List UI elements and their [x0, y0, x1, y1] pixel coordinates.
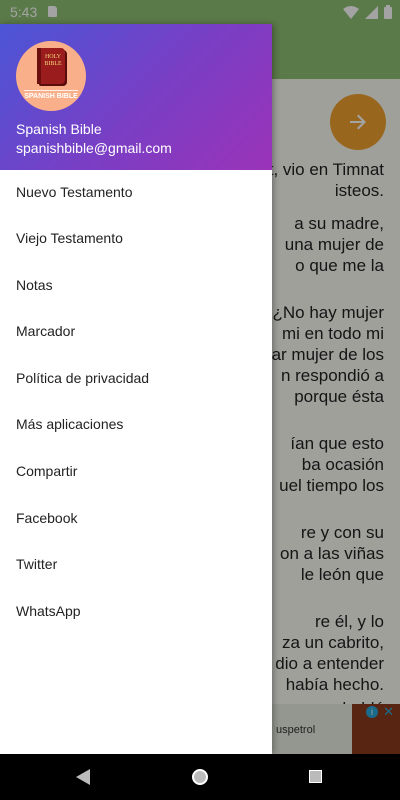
menu-item-label: Política de privacidad — [16, 370, 150, 386]
logo-book-title: HOLY BIBLE — [44, 54, 62, 67]
account-name: Spanish Bible — [16, 121, 102, 137]
menu-item-nuevo-testamento[interactable]: Nuevo Testamento — [0, 170, 272, 216]
app-logo: HOLY BIBLE SPANISH BIBLE — [16, 41, 86, 111]
menu-item-label: Twitter — [16, 556, 58, 572]
menu-item-label: Nuevo Testamento — [16, 184, 133, 200]
menu-item-viejo-testamento[interactable]: Viejo Testamento — [0, 216, 272, 262]
menu-item-label: WhatsApp — [16, 603, 81, 619]
navigation-drawer: HOLY BIBLE SPANISH BIBLE Spanish Bible s… — [0, 24, 272, 754]
menu-item-notas[interactable]: Notas — [0, 263, 272, 309]
menu-item-whatsapp[interactable]: WhatsApp — [0, 589, 272, 635]
menu-item-twitter[interactable]: Twitter — [0, 542, 272, 588]
menu-item-politica-de-privacidad[interactable]: Política de privacidad — [0, 356, 272, 402]
menu-item-marcador[interactable]: Marcador — [0, 309, 272, 355]
menu-item-compartir[interactable]: Compartir — [0, 449, 272, 495]
menu-item-mas-aplicaciones[interactable]: Más aplicaciones — [0, 402, 272, 448]
menu-item-facebook[interactable]: Facebook — [0, 496, 272, 542]
recent-apps-icon[interactable] — [309, 770, 322, 783]
system-nav-bar — [0, 754, 400, 800]
account-email: spanishbible@gmail.com — [16, 140, 172, 156]
back-icon[interactable] — [76, 769, 90, 790]
menu-item-label: Facebook — [16, 510, 78, 526]
menu-item-label: Marcador — [16, 323, 76, 339]
logo-caption: SPANISH BIBLE — [24, 93, 78, 100]
bible-book-icon: HOLY BIBLE — [37, 48, 65, 84]
menu-item-label: Más aplicaciones — [16, 416, 124, 432]
drawer-header: HOLY BIBLE SPANISH BIBLE Spanish Bible s… — [0, 24, 272, 170]
menu-item-label: Notas — [16, 277, 53, 293]
home-icon[interactable] — [192, 769, 208, 785]
menu-item-label: Compartir — [16, 463, 78, 479]
menu-item-label: Viejo Testamento — [16, 230, 123, 246]
